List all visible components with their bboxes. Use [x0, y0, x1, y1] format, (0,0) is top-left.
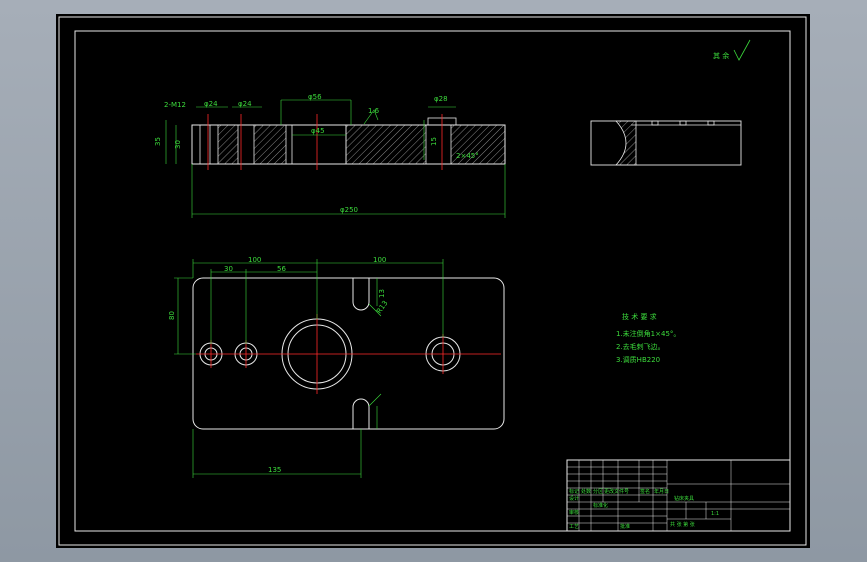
surface-mark-text: 其 余: [713, 51, 729, 60]
dim-d100a: 100: [248, 256, 261, 264]
tb-label-process: 工艺: [569, 524, 579, 530]
dim-chamfer: 2×45°: [456, 152, 479, 160]
dim-d100b: 100: [373, 256, 386, 264]
front-section-view: φ250 φ56 φ45 2-M12 φ24 φ24 φ28 35 30 15 …: [154, 93, 506, 218]
dim-d24a: φ24: [204, 100, 218, 108]
dim-h30: 30: [174, 140, 182, 149]
tech-req-item-3: 3.调质HB220: [616, 355, 660, 364]
outer-border: [58, 16, 807, 546]
dim-d56: φ56: [308, 93, 322, 101]
tb-label-design: 设计: [569, 495, 579, 502]
tb-label-review: 审核: [569, 509, 579, 516]
tb-label-approve: 批准: [620, 523, 630, 530]
tb-label-date: 年月日: [654, 488, 669, 495]
drawing-viewport[interactable]: 其 余 φ250 φ56 φ45 2-M12 φ24 φ24 φ28 35 30…: [56, 14, 810, 548]
top-plan-view: 100 100 30 56 80 135 R13 13: [168, 256, 505, 478]
side-view: [590, 120, 742, 166]
dim-d56: 56: [277, 265, 286, 273]
dim-h35: 35: [154, 137, 162, 146]
tb-label-mark: 标记: [569, 488, 579, 495]
title-block: 标记 处数 分区 更改文件号 签名 年月日 设计 审核 工艺 标准化 批准 共 …: [566, 459, 791, 532]
tb-label-standard: 标准化: [593, 502, 608, 509]
tech-req-title: 技 术 要 求: [622, 312, 657, 321]
dim-d135: 135: [268, 466, 281, 474]
dim-slot-w: 13: [378, 289, 386, 298]
technical-requirements: 技 术 要 求 1.未注倒角1×45°。 2.去毛刺飞边。 3.调质HB220: [616, 312, 680, 364]
tb-label-count: 处数: [581, 488, 591, 495]
surface-roughness-mark: 其 余: [713, 39, 751, 61]
dim-d28: φ28: [434, 95, 448, 103]
dim-h15: 15: [430, 137, 438, 146]
dim-d30: 30: [224, 265, 233, 273]
dim-d24b: φ24: [238, 100, 252, 108]
tech-req-item-2: 2.去毛刺飞边。: [616, 342, 665, 351]
dim-d250: φ250: [340, 206, 358, 214]
tb-label-sign: 签名: [640, 488, 650, 495]
cad-drawing: 其 余 φ250 φ56 φ45 2-M12 φ24 φ24 φ28 35 30…: [58, 16, 807, 546]
tb-label-change: 更改文件号: [604, 488, 629, 495]
dim-d80: 80: [168, 311, 176, 320]
tb-label-sheets: 共 张 第 张: [670, 521, 695, 528]
tech-req-item-1: 1.未注倒角1×45°。: [616, 329, 680, 338]
dim-holes: 2-M12: [164, 101, 186, 109]
dim-rough16: 1.6: [368, 107, 380, 115]
tb-part-name: 钻床夹具: [674, 495, 694, 502]
tb-label-zone: 分区: [593, 488, 603, 495]
dim-d45: φ45: [311, 127, 325, 135]
tb-scale: 1:1: [711, 511, 719, 517]
